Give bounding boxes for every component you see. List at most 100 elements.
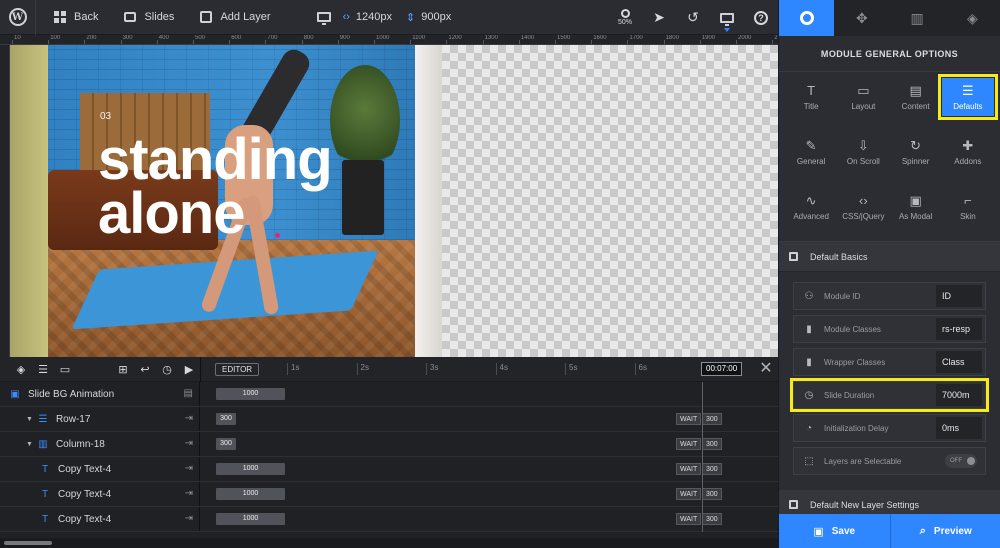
tab-module-settings[interactable]: [779, 0, 835, 36]
timeline-row[interactable]: ▣ Slide BG Animation ▤ 1000: [0, 382, 778, 407]
ruler-tick: [772, 40, 774, 44]
wait-marker[interactable]: WAIT: [676, 438, 702, 450]
field-layers-are-selectable: ⬚ Layers are Selectable OFF: [793, 447, 986, 475]
wait-duration[interactable]: 300: [702, 513, 722, 525]
field-value-input[interactable]: Class: [936, 351, 982, 373]
wait-marker[interactable]: WAIT: [676, 413, 702, 425]
help-button[interactable]: ?: [744, 0, 778, 35]
option-addons[interactable]: ✚ Addons: [942, 133, 994, 171]
option-title[interactable]: T Title: [785, 78, 837, 116]
animation-bar[interactable]: 300: [216, 413, 236, 425]
option-as-modal[interactable]: ▣ As Modal: [890, 188, 942, 226]
wait-duration[interactable]: 300: [702, 413, 722, 425]
option-layout[interactable]: ▭ Layout: [837, 78, 889, 116]
editor-badge[interactable]: EDITOR: [215, 363, 260, 376]
save-button[interactable]: ▣ Save: [779, 514, 890, 548]
layer-action-icon[interactable]: ⇥: [185, 413, 193, 424]
layer-action-icon[interactable]: ⇥: [185, 513, 193, 524]
timeline-second-label: 1s: [287, 363, 299, 375]
folder-icon[interactable]: ▭: [54, 363, 76, 377]
timeline-scrollbar[interactable]: [0, 538, 778, 548]
field-value-input[interactable]: 0ms: [936, 417, 982, 439]
timeline-row-label[interactable]: T Copy Text-4 ⇥: [0, 482, 200, 506]
width-field[interactable]: ‹› 1240px: [343, 0, 392, 35]
wait-marker[interactable]: WAIT: [676, 488, 702, 500]
wait-marker[interactable]: WAIT: [676, 513, 702, 525]
scrollbar-thumb[interactable]: [4, 541, 52, 545]
layers-selectable-toggle[interactable]: OFF: [945, 454, 977, 468]
headline-layer[interactable]: standing alone: [98, 131, 333, 243]
layer-anchor-dot[interactable]: [275, 233, 280, 238]
caret-down-icon[interactable]: ▼: [26, 416, 33, 423]
option-on-scroll[interactable]: ⇩ On Scroll: [837, 133, 889, 171]
field-value-input[interactable]: rs-resp: [936, 318, 982, 340]
timeline-row-label[interactable]: ▼ ☰ Row-17 ⇥: [0, 407, 200, 431]
wait-marker[interactable]: WAIT: [676, 463, 702, 475]
grid-snap-icon[interactable]: ⊞: [112, 363, 134, 377]
select-tool-button[interactable]: ➤: [642, 0, 676, 35]
ruler-mark: 1600: [593, 35, 607, 41]
timeline-row[interactable]: T Copy Text-4 ⇥ 1000 WAIT 300: [0, 457, 778, 482]
animation-bar[interactable]: 1000: [216, 488, 285, 500]
layer-action-icon[interactable]: ⇥: [185, 463, 193, 474]
timeline-row-label[interactable]: T Copy Text-4 ⇥: [0, 507, 200, 531]
list-icon[interactable]: ☰: [32, 363, 54, 377]
option-content[interactable]: ▤ Content: [890, 78, 942, 116]
play-icon[interactable]: ▶: [178, 363, 200, 377]
preview-button[interactable]: ⌕ Preview: [889, 514, 1000, 548]
option-css-jquery[interactable]: ‹› CSS/jQuery: [837, 188, 889, 226]
option-defaults[interactable]: ☰ Defaults: [937, 74, 999, 120]
time-display[interactable]: 00:07:00: [701, 362, 743, 376]
timeline-row[interactable]: T Copy Text-4 ⇥ 1000 WAIT 300: [0, 482, 778, 507]
cursor-icon: ➤: [653, 9, 665, 25]
field-value-input[interactable]: 7000m: [936, 384, 982, 406]
layer-action-icon[interactable]: ⇥: [185, 438, 193, 449]
layer-action-icon[interactable]: ▤: [184, 388, 193, 399]
timeline-playhead[interactable]: [702, 382, 703, 532]
tab-slide[interactable]: ▥: [890, 0, 945, 36]
animation-bar[interactable]: 1000: [216, 513, 285, 525]
wordpress-button[interactable]: W: [0, 0, 36, 35]
tab-navigation[interactable]: ✥: [834, 0, 889, 36]
timeline-row-label[interactable]: ▣ Slide BG Animation ▤: [0, 382, 200, 406]
option-skin[interactable]: ⌐ Skin: [942, 188, 994, 226]
image-icon: ▣: [10, 388, 20, 400]
device-desktop-button[interactable]: [316, 0, 331, 35]
loop-icon[interactable]: ↩: [134, 363, 156, 377]
back-button[interactable]: Back: [54, 0, 98, 35]
timeline-row[interactable]: ▼ ▥ Column-18 ⇥ 300 WAIT 300: [0, 432, 778, 457]
add-layer-button[interactable]: Add Layer: [200, 0, 271, 35]
animation-bar[interactable]: 1000: [216, 463, 285, 475]
timeline-row[interactable]: T Copy Text-4 ⇥ 1000 WAIT 300: [0, 507, 778, 532]
slides-button[interactable]: Slides: [124, 0, 174, 35]
height-field[interactable]: ⇕ 900px: [406, 0, 451, 35]
field-value-input[interactable]: ID: [936, 285, 982, 307]
device-view-button[interactable]: [710, 0, 744, 35]
timeline-row[interactable]: ▼ ☰ Row-17 ⇥ 300 WAIT 300: [0, 407, 778, 432]
slide-canvas[interactable]: 03 standing alone: [10, 45, 778, 357]
wait-duration[interactable]: 300: [702, 463, 722, 475]
timeline-row-label[interactable]: ▼ ▥ Column-18 ⇥: [0, 432, 200, 456]
layer-action-icon[interactable]: ⇥: [185, 488, 193, 499]
zoom-button[interactable]: 50%: [608, 0, 642, 35]
caret-down-icon[interactable]: ▼: [26, 441, 33, 448]
plant: [330, 65, 400, 175]
panel-actions: ▣ Save ⌕ Preview: [779, 514, 1000, 548]
undo-button[interactable]: ↺: [676, 0, 710, 35]
layers-icon[interactable]: ◈: [10, 363, 32, 377]
timeline-row-label[interactable]: T Copy Text-4 ⇥: [0, 457, 200, 481]
timeline-scale[interactable]: EDITOR 00:07:00 1s 2s 3s 4s 5s 6s: [200, 357, 778, 382]
animation-bar[interactable]: 300: [216, 438, 236, 450]
option-advanced[interactable]: ∿ Advanced: [785, 188, 837, 226]
option-general[interactable]: ✎ General: [785, 133, 837, 171]
wait-duration[interactable]: 300: [702, 438, 722, 450]
tab-layers[interactable]: ◈: [945, 0, 1000, 36]
slide-number-layer[interactable]: 03: [100, 111, 111, 122]
section-default-basics[interactable]: Default Basics: [779, 242, 1000, 272]
animation-bar[interactable]: 1000: [216, 388, 285, 400]
close-timeline-icon[interactable]: ✕: [758, 360, 774, 378]
wait-duration[interactable]: 300: [702, 488, 722, 500]
timer-icon[interactable]: ◷: [156, 363, 178, 377]
option-label: CSS/jQuery: [842, 211, 885, 221]
option-spinner[interactable]: ↻ Spinner: [890, 133, 942, 171]
